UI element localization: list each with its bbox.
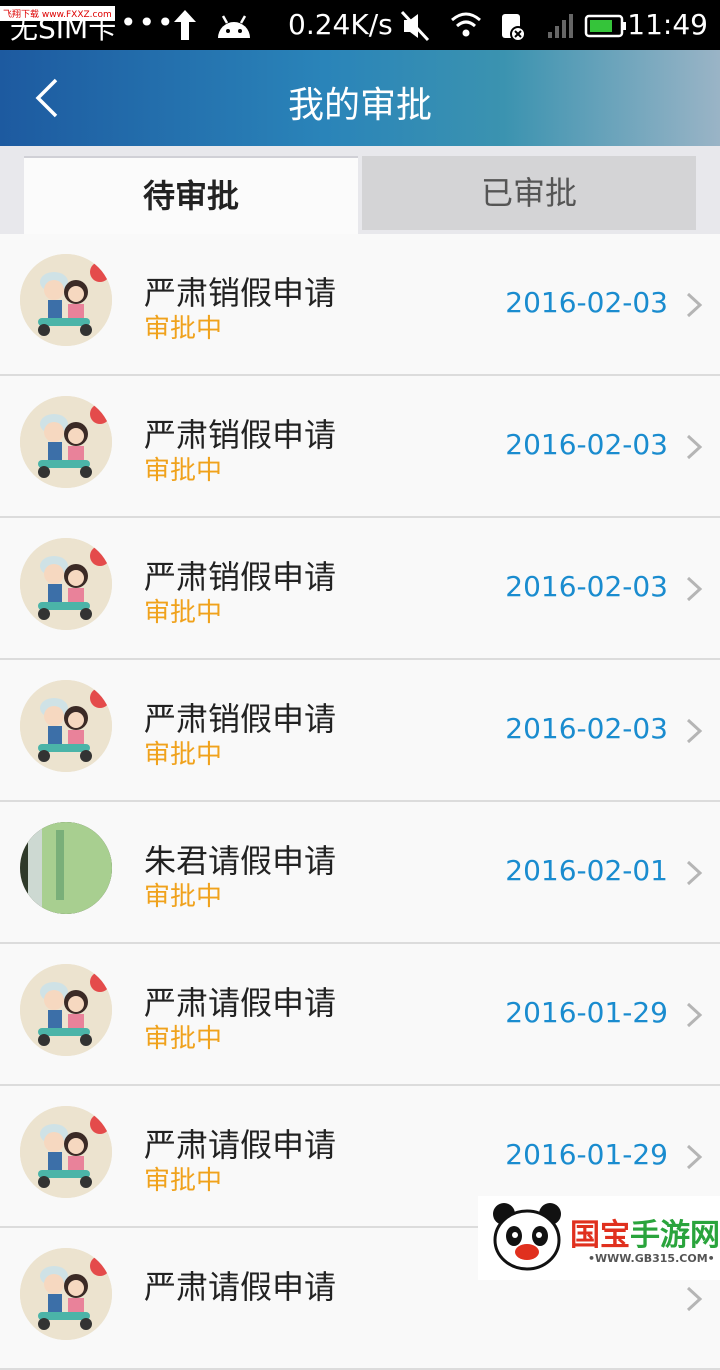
watermark-text: 飞翔下载 www.FXXZ.com (0, 6, 115, 21)
item-date: 2016-02-03 (505, 570, 668, 603)
avatar (20, 254, 112, 346)
status-bar: 无SIM卡 飞翔下载 www.FXXZ.com ••• 0.24K/s 11:4… (0, 0, 720, 50)
item-status: 审批中 (144, 740, 223, 770)
item-status: 审批中 (144, 314, 223, 344)
chevron-right-icon (686, 860, 703, 886)
avatar (20, 822, 112, 914)
item-status: 审批中 (144, 598, 223, 628)
avatar (20, 538, 112, 630)
item-status: 审批中 (144, 1024, 223, 1054)
mute-icon (400, 10, 430, 42)
chevron-right-icon (686, 718, 703, 744)
panda-logo-icon (493, 1203, 561, 1271)
app-header: 我的审批 (0, 50, 720, 146)
chevron-right-icon (686, 1144, 703, 1170)
tab-approved[interactable]: 已审批 (362, 156, 696, 230)
android-icon (218, 15, 250, 38)
chevron-right-icon (686, 576, 703, 602)
page-title: 我的审批 (287, 85, 432, 126)
item-date: 2016-02-03 (505, 286, 668, 319)
chevron-right-icon (686, 434, 703, 460)
avatar (20, 1248, 112, 1340)
upload-arrow-icon (174, 10, 196, 40)
item-status: 审批中 (144, 1166, 223, 1196)
avatar (20, 396, 112, 488)
item-date: 2016-02-03 (505, 712, 668, 745)
item-date: 2016-01-29 (505, 1138, 668, 1171)
tab-bar: 待审批 已审批 (0, 146, 720, 234)
brand-name: 国宝手游网 (570, 1218, 720, 1253)
avatar (20, 964, 112, 1056)
chevron-right-icon (686, 1002, 703, 1028)
signal-icon (548, 14, 573, 38)
item-date: 2016-01-29 (505, 996, 668, 1029)
notification-dots: ••• (120, 6, 176, 39)
chevron-right-icon (686, 292, 703, 318)
item-status: 审批中 (144, 456, 223, 486)
tab-pending[interactable]: 待审批 (24, 156, 358, 234)
item-date: 2016-02-01 (505, 854, 668, 887)
avatar (20, 680, 112, 772)
brand-url: •WWW.GB315.COM• (588, 1252, 715, 1265)
chevron-right-icon (686, 1286, 703, 1312)
list-item[interactable]: 严肃销假申请 审批中 2016-02-03 (0, 376, 720, 518)
list-item[interactable]: 朱君请假申请 审批中 2016-02-01 (0, 802, 720, 944)
item-status: 审批中 (144, 882, 223, 912)
system-status-icons (400, 10, 626, 42)
battery-icon (584, 14, 626, 38)
sim-error-icon (502, 14, 526, 42)
avatar (20, 1106, 112, 1198)
clock: 11:49 (627, 8, 708, 41)
list-item[interactable]: 严肃销假申请 审批中 2016-02-03 (0, 518, 720, 660)
list-item[interactable]: 严肃请假申请 审批中 2016-01-29 (0, 944, 720, 1086)
list-item[interactable]: 严肃销假申请 审批中 2016-02-03 (0, 660, 720, 802)
item-date: 2016-02-03 (505, 428, 668, 461)
network-speed: 0.24K/s (288, 8, 393, 41)
item-title: 严肃请假申请 (144, 1268, 337, 1306)
list-item[interactable]: 严肃销假申请 审批中 2016-02-03 (0, 234, 720, 376)
brand-watermark: 国宝手游网 •WWW.GB315.COM• (478, 1196, 720, 1280)
wifi-icon (451, 12, 481, 37)
